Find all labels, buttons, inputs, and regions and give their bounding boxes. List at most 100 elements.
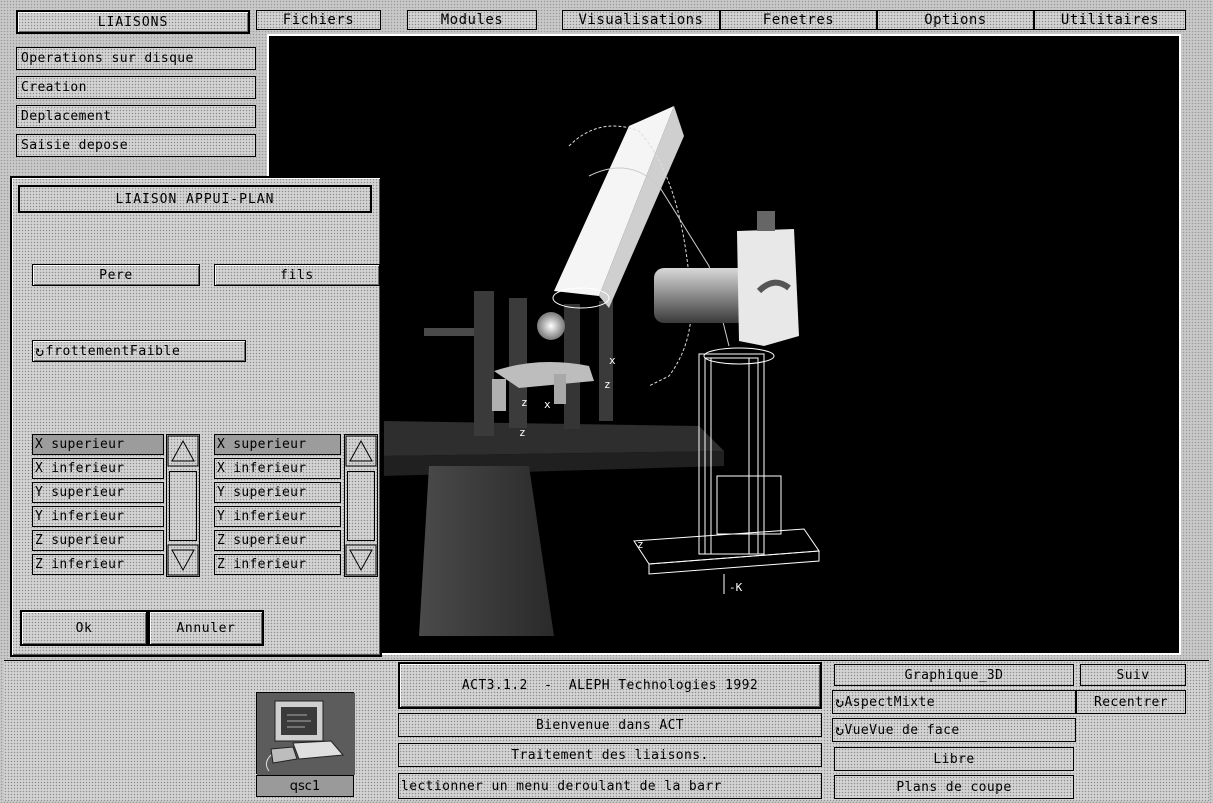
list-item[interactable]: X superieur (32, 434, 164, 455)
welcome-label: Bienvenue dans ACT (398, 713, 822, 737)
axis-label: z (521, 396, 528, 409)
list-item[interactable]: Y inferieur (214, 506, 341, 527)
menu-label: Fenetres (762, 12, 835, 28)
view-text: VueVue de face (844, 722, 960, 738)
list-item-label: X superieur (35, 437, 125, 452)
version-label: ACT3.1.2 - ALEPH Technologies 1992 (398, 662, 822, 709)
free-button[interactable]: Libre (834, 747, 1074, 771)
axis-label: z (637, 538, 644, 551)
scrollbar[interactable] (344, 434, 378, 577)
axis-label: -K (729, 581, 743, 594)
list-item-label: X inferieur (217, 461, 307, 476)
menu-label: Options (924, 12, 987, 28)
menu-options[interactable]: Options (877, 10, 1034, 30)
scroll-down-icon[interactable] (345, 544, 377, 576)
scrollbar[interactable] (166, 434, 200, 577)
cycle-icon: ↻ (835, 693, 845, 711)
menu-visualisations[interactable]: Visualisations (562, 10, 720, 30)
viewport-3d[interactable]: z x z x z -K z (267, 34, 1181, 655)
menu-utilitaires[interactable]: Utilitaires (1034, 10, 1186, 30)
view-mode-label: Graphique_3D (834, 664, 1074, 686)
list-item-label: Y inferieur (35, 509, 125, 524)
list-item-label: Z superieur (35, 533, 125, 548)
free-button-label: Libre (933, 751, 975, 767)
next-button-label: Suiv (1116, 667, 1150, 683)
nav-item-saisie-depose[interactable]: Saisie depose (16, 134, 256, 157)
list-item-label: Z superieur (217, 533, 307, 548)
ok-button-label: Ok (75, 620, 93, 636)
recenter-button-label: Recentrer (1093, 694, 1169, 710)
menu-fenetres[interactable]: Fenetres (720, 10, 877, 30)
host-label-text: qsc1 (289, 778, 321, 794)
view-mode-text: Graphique_3D (904, 667, 1004, 683)
list-item-label: Z inferieur (35, 557, 125, 572)
menu-label: Visualisations (578, 12, 704, 28)
hint-label: lectionner un menu deroulant de la barr (398, 773, 822, 799)
nav-item-label: Deplacement (21, 109, 112, 124)
view-toggle[interactable]: ↻ VueVue de face (832, 718, 1076, 742)
list-item[interactable]: X inferieur (214, 458, 341, 479)
host-label: qsc1 (256, 775, 354, 797)
axis-markers: z x z x z -K z (519, 354, 743, 594)
list-parent: X superieur X inferieur Y superieur Y in… (32, 434, 212, 577)
list-item[interactable]: Z superieur (32, 530, 164, 551)
nav-title: LIAISONS (16, 10, 250, 34)
fils-button[interactable]: fils (214, 264, 380, 286)
nav-item-creation[interactable]: Creation (16, 76, 256, 99)
dialog-title-label: LIAISON APPUI-PLAN (115, 191, 275, 207)
robot-head (654, 211, 799, 365)
cut-planes-button-label: Plans de coupe (896, 779, 1012, 795)
list-item[interactable]: Z superieur (214, 530, 341, 551)
scrollbar-thumb[interactable] (347, 471, 375, 541)
next-button[interactable]: Suiv (1080, 664, 1186, 686)
nav-item-operations-disque[interactable]: Operations sur disque (16, 47, 256, 70)
list-item[interactable]: Z inferieur (32, 554, 164, 575)
recenter-button[interactable]: Recentrer (1076, 690, 1186, 714)
cut-planes-button[interactable]: Plans de coupe (834, 775, 1074, 799)
list-item[interactable]: Y superieur (32, 482, 164, 503)
pere-button[interactable]: Pere (32, 264, 200, 286)
list-item[interactable]: X inferieur (32, 458, 164, 479)
list-item-label: Y inferieur (217, 509, 307, 524)
list-item-label: X inferieur (35, 461, 125, 476)
welcome-text: Bienvenue dans ACT (535, 717, 685, 733)
scrollbar-thumb[interactable] (169, 471, 197, 541)
axis-label: x (609, 354, 616, 367)
aspect-text: AspectMixte (844, 694, 935, 710)
menu-modules[interactable]: Modules (407, 10, 537, 30)
nav-title-label: LIAISONS (97, 14, 169, 30)
menu-label: Fichiers (282, 12, 355, 28)
cancel-button-label: Annuler (176, 620, 236, 636)
dialog-title: LIAISON APPUI-PLAN (18, 185, 372, 213)
menu-fichiers[interactable]: Fichiers (256, 10, 381, 30)
task-text: Traitement des liaisons. (511, 747, 709, 763)
axis-label: z (519, 426, 526, 439)
aspect-toggle[interactable]: ↻ AspectMixte (832, 690, 1076, 714)
nav-item-label: Operations sur disque (21, 51, 194, 66)
ok-button[interactable]: Ok (20, 610, 148, 646)
list-child: X superieur X inferieur Y superieur Y in… (214, 434, 382, 577)
task-label: Traitement des liaisons. (398, 743, 822, 767)
scroll-up-icon[interactable] (345, 435, 377, 467)
hint-text: lectionner un menu deroulant de la barr (401, 778, 722, 794)
list-item[interactable]: Y superieur (214, 482, 341, 503)
menu-label: Utilitaires (1060, 12, 1160, 28)
version-text: ACT3.1.2 - ALEPH Technologies 1992 (461, 678, 759, 693)
nav-item-deplacement[interactable]: Deplacement (16, 105, 256, 128)
scroll-down-icon[interactable] (167, 544, 199, 576)
axis-label: z (604, 378, 611, 391)
list-item[interactable]: Y inferieur (32, 506, 164, 527)
pere-button-label: Pere (99, 267, 133, 283)
workstation-icon[interactable] (256, 692, 355, 775)
list-item[interactable]: X superieur (214, 434, 341, 455)
robot-column-wireframe (633, 353, 820, 594)
friction-label: frottementFaible (45, 343, 181, 359)
list-item-label: Z inferieur (217, 557, 307, 572)
scroll-up-icon[interactable] (167, 435, 199, 467)
list-item[interactable]: Z inferieur (214, 554, 341, 575)
list-item-label: X superieur (217, 437, 307, 452)
cancel-button[interactable]: Annuler (148, 610, 264, 646)
list-item-label: Y superieur (35, 485, 125, 500)
nav-item-label: Saisie depose (21, 138, 128, 153)
friction-toggle[interactable]: ↻ frottementFaible (32, 340, 246, 362)
